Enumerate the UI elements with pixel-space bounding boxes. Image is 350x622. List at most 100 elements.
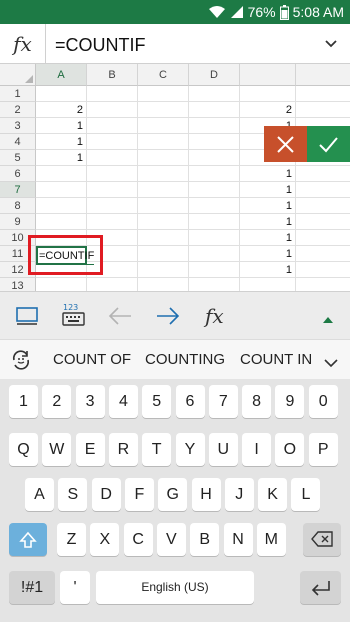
confirm-button[interactable] <box>307 126 350 162</box>
grid-cell[interactable] <box>87 102 138 118</box>
chevron-down-icon[interactable] <box>324 355 338 373</box>
key[interactable]: L <box>291 478 321 511</box>
grid-cell[interactable]: 1 <box>240 166 296 182</box>
grid-cell[interactable] <box>296 102 350 118</box>
grid-cell[interactable] <box>138 182 189 198</box>
row-header[interactable]: 2 <box>0 102 36 118</box>
column-header-d[interactable]: D <box>189 64 240 86</box>
key[interactable]: J <box>224 478 254 511</box>
grid-cell[interactable] <box>138 150 189 166</box>
key[interactable]: W <box>42 433 72 466</box>
grid-cell[interactable]: 1 <box>240 262 296 278</box>
column-header-c[interactable]: C <box>138 64 189 86</box>
grid-cell[interactable] <box>296 182 350 198</box>
key[interactable]: 9 <box>275 385 305 418</box>
key[interactable]: B <box>190 523 220 556</box>
symbols-key[interactable]: !#1 <box>9 571 55 604</box>
key[interactable]: 5 <box>142 385 172 418</box>
grid-cell[interactable] <box>189 166 240 182</box>
chevron-down-icon[interactable] <box>324 36 338 50</box>
grid-cell[interactable] <box>189 246 240 262</box>
row-header[interactable]: 3 <box>0 118 36 134</box>
grid-cell[interactable]: 1 <box>240 214 296 230</box>
insert-function-icon[interactable]: fx <box>205 304 224 328</box>
grid-cell[interactable] <box>189 182 240 198</box>
grid-cell[interactable] <box>138 166 189 182</box>
grid-cell[interactable]: 1 <box>240 182 296 198</box>
suggestion-3[interactable]: COUNT IN <box>240 340 312 380</box>
key[interactable]: 7 <box>208 385 238 418</box>
grid-cell[interactable]: 2 <box>36 102 87 118</box>
key[interactable]: V <box>156 523 186 556</box>
grid-cell[interactable]: 1 <box>36 150 87 166</box>
key[interactable]: T <box>142 433 172 466</box>
key[interactable]: R <box>108 433 138 466</box>
grid-cell[interactable] <box>189 198 240 214</box>
grid-cell[interactable] <box>36 214 87 230</box>
grid-cell[interactable] <box>36 182 87 198</box>
grid-cell[interactable] <box>87 214 138 230</box>
key[interactable]: D <box>91 478 121 511</box>
grid-cell[interactable] <box>138 246 189 262</box>
arrow-right-icon[interactable] <box>155 304 181 333</box>
cancel-button[interactable] <box>264 126 307 162</box>
grid-cell[interactable] <box>87 86 138 102</box>
grid-cell[interactable] <box>87 278 138 291</box>
screen-icon[interactable] <box>15 304 39 333</box>
grid-cell[interactable] <box>36 166 87 182</box>
key[interactable]: X <box>90 523 120 556</box>
key[interactable]: F <box>124 478 154 511</box>
key[interactable]: 8 <box>242 385 272 418</box>
grid-cell[interactable] <box>189 214 240 230</box>
key[interactable]: 0 <box>308 385 338 418</box>
grid-cell[interactable] <box>87 134 138 150</box>
space-key[interactable]: English (US) <box>96 571 254 604</box>
key[interactable]: I <box>242 433 272 466</box>
grid-cell[interactable] <box>138 214 189 230</box>
numeric-keyboard-icon[interactable]: 123 <box>61 302 87 333</box>
key[interactable]: 3 <box>75 385 105 418</box>
grid-cell[interactable] <box>296 214 350 230</box>
grid-cell[interactable] <box>138 118 189 134</box>
key[interactable]: O <box>275 433 305 466</box>
grid-cell[interactable] <box>189 230 240 246</box>
grid-cell[interactable] <box>296 246 350 262</box>
grid-cell[interactable] <box>296 230 350 246</box>
grid-cell[interactable] <box>189 262 240 278</box>
row-header[interactable]: 8 <box>0 198 36 214</box>
key[interactable]: C <box>123 523 153 556</box>
row-header[interactable]: 9 <box>0 214 36 230</box>
row-header[interactable]: 1 <box>0 86 36 102</box>
grid-cell[interactable] <box>87 182 138 198</box>
grid-cell[interactable] <box>138 134 189 150</box>
shift-key[interactable] <box>9 523 47 556</box>
grid-cell[interactable] <box>138 198 189 214</box>
suggestion-2[interactable]: COUNTING <box>145 340 225 380</box>
insert-function-button[interactable]: fx <box>0 24 46 64</box>
grid-cell[interactable] <box>138 230 189 246</box>
key[interactable]: 4 <box>108 385 138 418</box>
grid-cell[interactable] <box>138 278 189 291</box>
grid-cell[interactable] <box>240 278 296 291</box>
key[interactable]: M <box>256 523 286 556</box>
grid-cell[interactable]: 2 <box>240 102 296 118</box>
grid-cell[interactable] <box>87 166 138 182</box>
row-header[interactable]: 6 <box>0 166 36 182</box>
suggestion-1[interactable]: COUNT OF <box>53 340 131 380</box>
grid-cell[interactable] <box>189 86 240 102</box>
grid-cell[interactable]: 1 <box>240 198 296 214</box>
grid-cell[interactable] <box>36 278 87 291</box>
grid-cell[interactable]: 1 <box>240 230 296 246</box>
key[interactable]: N <box>223 523 253 556</box>
grid-cell[interactable] <box>36 198 87 214</box>
key[interactable]: A <box>25 478 54 511</box>
grid-cell[interactable] <box>138 86 189 102</box>
caret-up-icon[interactable] <box>322 311 334 329</box>
spreadsheet-grid[interactable]: A B C D 12223114115116171819110111112113… <box>0 64 350 291</box>
key[interactable]: 6 <box>175 385 205 418</box>
key[interactable]: K <box>258 478 288 511</box>
grid-cell[interactable] <box>189 102 240 118</box>
grid-cell[interactable] <box>296 198 350 214</box>
key[interactable]: Q <box>9 433 38 466</box>
grid-cell[interactable] <box>87 150 138 166</box>
